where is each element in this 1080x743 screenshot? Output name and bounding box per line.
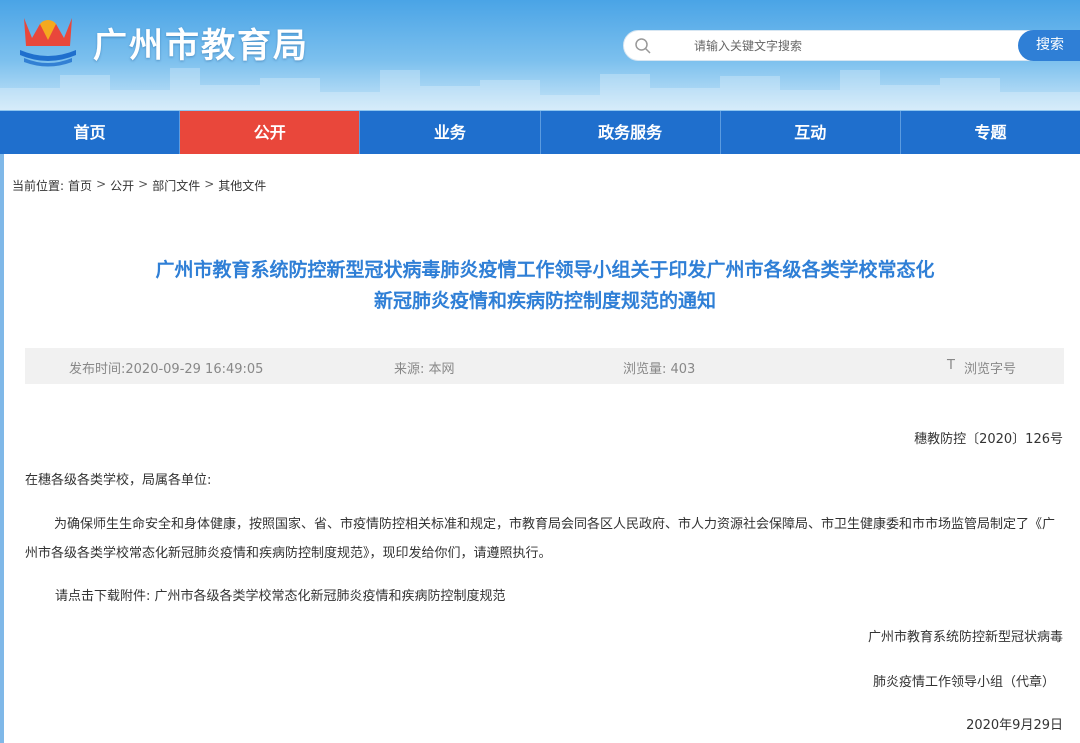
search-input[interactable]: [694, 31, 994, 60]
font-size-toggle[interactable]: 浏览字号: [964, 358, 1016, 377]
breadcrumb-separator: >: [138, 177, 149, 191]
search-button[interactable]: 搜索: [1018, 30, 1080, 61]
nav-item-topics[interactable]: 专题: [901, 111, 1080, 154]
breadcrumb-other-docs[interactable]: 其他文件: [218, 177, 266, 194]
article-body: 为确保师生生命安全和身体健康，按照国家、省、市疫情防控相关标准和规定，市教育局会…: [25, 517, 1056, 561]
nav-item-home[interactable]: 首页: [0, 111, 181, 154]
article-title-line-1: 广州市教育系统防控新型冠状病毒肺炎疫情工作领导小组关于印发广州市各级各类学校常态…: [155, 259, 935, 281]
search-icon[interactable]: [634, 37, 652, 55]
nav-item-interaction[interactable]: 互动: [721, 111, 901, 154]
signer-line-2: 肺炎疫情工作领导小组（代章）: [872, 675, 1055, 690]
breadcrumb: 当前位置: 首页 > 公开 > 部门文件 > 其他文件: [12, 177, 266, 194]
view-count: 浏览量: 403: [623, 362, 696, 377]
breadcrumb-prefix: 当前位置:: [12, 179, 65, 193]
article-title-line-2: 新冠肺炎疫情和疾病防控制度规范的通知: [373, 290, 716, 312]
signer-line-1: 广州市教育系统防控新型冠状病毒: [867, 630, 1063, 645]
document-number: 穗教防控〔2020〕126号: [914, 432, 1063, 447]
article-source: 来源: 本网: [394, 362, 455, 377]
article-title: 广州市教育系统防控新型冠状病毒肺炎疫情工作领导小组关于印发广州市各级各类学校常态…: [40, 255, 1050, 317]
publish-time: 发布时间:2020-09-29 16:49:05: [69, 362, 264, 377]
main-nav: 首页 公开 业务 政务服务 互动 专题: [0, 110, 1080, 154]
education-bureau-logo-icon[interactable]: [14, 10, 82, 70]
breadcrumb-dept-docs[interactable]: 部门文件: [152, 177, 200, 194]
attachment-prefix: 请点击下载附件:: [55, 589, 151, 604]
attachment-line: 请点击下载附件: 广州市各级各类学校常态化新冠肺炎疫情和疾病防控制度规范: [55, 582, 506, 611]
font-size-icon[interactable]: T: [947, 358, 955, 373]
search-box: [623, 30, 1080, 61]
nav-item-services[interactable]: 政务服务: [541, 111, 721, 154]
breadcrumb-public[interactable]: 公开: [110, 177, 134, 194]
salutation: 在穗各级各类学校，局属各单位:: [25, 473, 212, 488]
breadcrumb-separator: >: [96, 177, 107, 191]
sign-date: 2020年9月29日: [966, 718, 1063, 733]
nav-item-public[interactable]: 公开: [180, 111, 361, 154]
left-accent-strip: [0, 154, 4, 743]
article-meta-bar: 发布时间:2020-09-29 16:49:05 来源: 本网 浏览量: 403…: [25, 348, 1064, 384]
attachment-download-link[interactable]: 广州市各级各类学校常态化新冠肺炎疫情和疾病防控制度规范: [155, 589, 506, 604]
breadcrumb-separator: >: [204, 177, 215, 191]
site-header: 广州市教育局 搜索: [0, 0, 1080, 110]
site-title[interactable]: 广州市教育局: [93, 18, 309, 67]
breadcrumb-home[interactable]: 首页: [68, 177, 92, 194]
nav-item-business[interactable]: 业务: [360, 111, 541, 154]
